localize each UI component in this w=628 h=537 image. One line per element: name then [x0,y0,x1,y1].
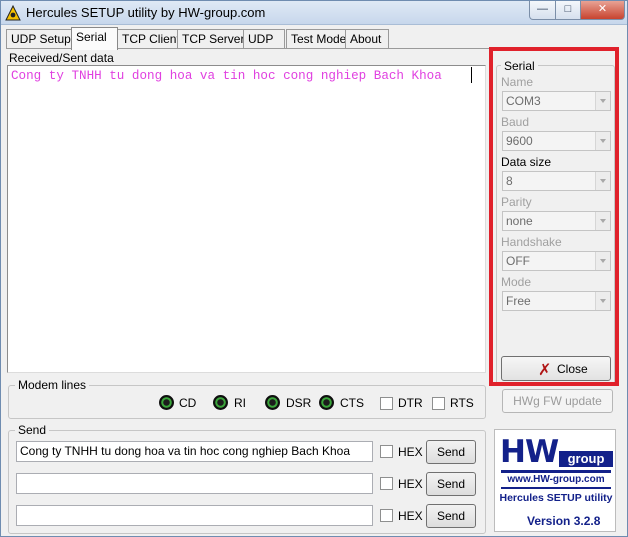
logo-rule [501,470,611,473]
logo-version: Version 3.2.8 [527,514,601,528]
hex-label-2: HEX [398,477,423,491]
hwg-fw-update-button[interactable]: HWg FW update [502,389,613,413]
send-button-2[interactable]: Send [426,472,476,496]
minimize-icon: — [537,3,548,15]
received-data-area[interactable]: Cong ty TNHH tu dong hoa va tin hoc cong… [7,65,486,373]
close-icon: ✕ [597,3,608,15]
logo-brand: HW [500,434,559,470]
cd-label: CD [179,396,197,410]
tab-udp-setup[interactable]: UDP Setup [6,29,72,49]
tab-tcp-server[interactable]: TCP Server [177,29,244,49]
send-input-3[interactable] [16,505,373,526]
dsr-led-icon [265,395,280,410]
hex-checkbox-1[interactable] [380,445,393,458]
maximize-button[interactable]: □ [555,1,581,20]
app-window: Hercules SETUP utility by HW-group.com —… [0,0,628,537]
hex-checkbox-3[interactable] [380,509,393,522]
dtr-checkbox[interactable] [380,397,393,410]
hex-label-1: HEX [398,445,423,459]
hercules-app-icon [5,5,21,21]
rts-label: RTS [450,396,474,410]
modem-lines-title: Modem lines [15,378,90,392]
rts-checkbox[interactable] [432,397,445,410]
hex-label-3: HEX [398,509,423,523]
text-caret [471,67,472,83]
hw-group-logo: HW group www.HW-group.com Hercules SETUP… [494,429,616,532]
send-group-title: Send [15,423,50,437]
close-window-button[interactable]: ✕ [580,1,625,20]
logo-group-text: group [559,451,613,467]
tab-udp[interactable]: UDP [243,29,285,49]
highlight-frame [489,47,619,386]
cts-label: CTS [340,396,364,410]
tab-test-mode[interactable]: Test Mode [286,29,346,49]
send-button-1[interactable]: Send [426,440,476,464]
window-title: Hercules SETUP utility by HW-group.com [26,5,266,20]
received-data-label: Received/Sent data [9,51,114,65]
tab-serial[interactable]: Serial [71,27,118,50]
dsr-label: DSR [286,396,312,410]
dtr-label: DTR [398,396,423,410]
send-button-3[interactable]: Send [426,504,476,528]
send-input-2[interactable] [16,473,373,494]
minimize-button[interactable]: — [529,1,556,20]
maximize-icon: □ [564,3,572,15]
logo-app-name: Hercules SETUP utility [499,492,613,504]
logo-rule-2 [501,487,611,489]
received-data-text: Cong ty TNHH tu dong hoa va tin hoc cong… [11,69,442,83]
tab-tcp-client[interactable]: TCP Client [117,29,180,49]
send-input-1[interactable]: Cong ty TNHH tu dong hoa va tin hoc cong… [16,441,373,462]
logo-url: www.HW-group.com [507,474,605,485]
ri-led-icon [213,395,228,410]
cd-led-icon [159,395,174,410]
tab-about[interactable]: About [345,29,389,49]
hex-checkbox-2[interactable] [380,477,393,490]
title-bar[interactable]: Hercules SETUP utility by HW-group.com —… [1,1,627,25]
ri-label: RI [234,396,246,410]
cts-led-icon [319,395,334,410]
